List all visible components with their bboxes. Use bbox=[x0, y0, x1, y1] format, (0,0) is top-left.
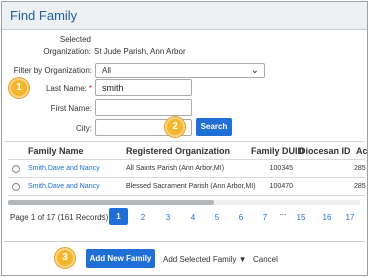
add-new-family-button[interactable]: Add New Family bbox=[86, 249, 155, 268]
family-name-link[interactable]: Smith,Dave and Nancy bbox=[28, 183, 100, 190]
add-selected-family-button[interactable]: Add Selected Family ▼ bbox=[163, 255, 247, 264]
table-horizontal-scrollbar[interactable] bbox=[8, 200, 360, 205]
required-asterisk: * bbox=[88, 84, 92, 93]
family-duid-cell: 100345 bbox=[269, 165, 293, 172]
extra-cell: 285 bbox=[354, 183, 366, 190]
pager-page-3[interactable]: 3 bbox=[161, 213, 175, 222]
pager-page-2[interactable]: 2 bbox=[136, 213, 150, 222]
first-name-input[interactable] bbox=[95, 99, 192, 116]
chevron-down-icon: ⌄ bbox=[250, 65, 259, 76]
column-header-family-duid[interactable]: Family DUID bbox=[251, 146, 304, 156]
column-header-family-name[interactable]: Family Name bbox=[28, 146, 84, 156]
organization-value: St Jude Parish, Ann Arbor bbox=[94, 47, 186, 56]
header-divider bbox=[8, 159, 365, 160]
pager-page-6[interactable]: 6 bbox=[234, 213, 248, 222]
filter-label: Filter by Organization: bbox=[13, 66, 92, 75]
dialog-title-bar: Find Family bbox=[2, 2, 367, 30]
dialog-title: Find Family bbox=[10, 8, 78, 23]
pager-page-5[interactable]: 5 bbox=[210, 213, 224, 222]
pager-prev-button[interactable]: < bbox=[96, 212, 110, 221]
family-duid-cell: 100470 bbox=[269, 183, 293, 190]
scrollbar-thumb[interactable] bbox=[8, 200, 214, 205]
city-label: City: bbox=[76, 124, 92, 133]
pager-page-17[interactable]: 17 bbox=[343, 213, 357, 222]
row-select-radio[interactable] bbox=[12, 165, 20, 173]
filter-organization-select[interactable]: All ⌄ bbox=[95, 63, 265, 78]
first-name-label: First Name: bbox=[50, 104, 92, 113]
pager-page-16[interactable]: 16 bbox=[320, 213, 334, 222]
callout-badge-2: 2 bbox=[165, 117, 185, 137]
last-name-label-text: Last Name: bbox=[45, 84, 87, 93]
registered-organization-cell: All Saints Parish (Ann Arbor,MI) bbox=[126, 165, 225, 172]
callout-badge-3: 3 bbox=[55, 248, 75, 268]
pager-page-15[interactable]: 15 bbox=[294, 213, 308, 222]
filter-select-value: All bbox=[102, 66, 111, 75]
pager-page-4[interactable]: 4 bbox=[186, 213, 200, 222]
search-button[interactable]: Search bbox=[196, 118, 232, 136]
table-top-divider bbox=[4, 141, 365, 142]
last-name-input[interactable]: smith bbox=[95, 79, 192, 96]
row-divider bbox=[8, 195, 365, 196]
pager-page-7[interactable]: 7 bbox=[258, 213, 272, 222]
pager-page-1[interactable]: 1 bbox=[109, 208, 128, 225]
pager-info: Page 1 of 17 (161 Records) bbox=[10, 213, 109, 222]
registered-organization-cell: Blessed Sacrament Parish (Ann Arbor,MI) bbox=[126, 183, 256, 190]
row-select-radio[interactable] bbox=[12, 183, 20, 191]
footer-divider bbox=[4, 241, 365, 242]
family-name-link[interactable]: Smith,Dave and Nancy bbox=[28, 165, 100, 172]
column-header-ac[interactable]: Ac bbox=[356, 146, 368, 156]
last-name-label: Last Name: * bbox=[36, 84, 92, 93]
column-header-diocesan-id[interactable]: Diocesan ID bbox=[299, 146, 351, 156]
selected-label: Selected bbox=[59, 35, 91, 44]
row-divider bbox=[8, 177, 365, 178]
organization-label: Organization: bbox=[43, 47, 91, 56]
extra-cell: 285 bbox=[354, 165, 366, 172]
column-header-registered-organization[interactable]: Registered Organization bbox=[126, 146, 230, 156]
pager-ellipsis: ... bbox=[279, 208, 287, 217]
callout-badge-1: 1 bbox=[9, 78, 29, 98]
cancel-button[interactable]: Cancel bbox=[253, 255, 278, 264]
